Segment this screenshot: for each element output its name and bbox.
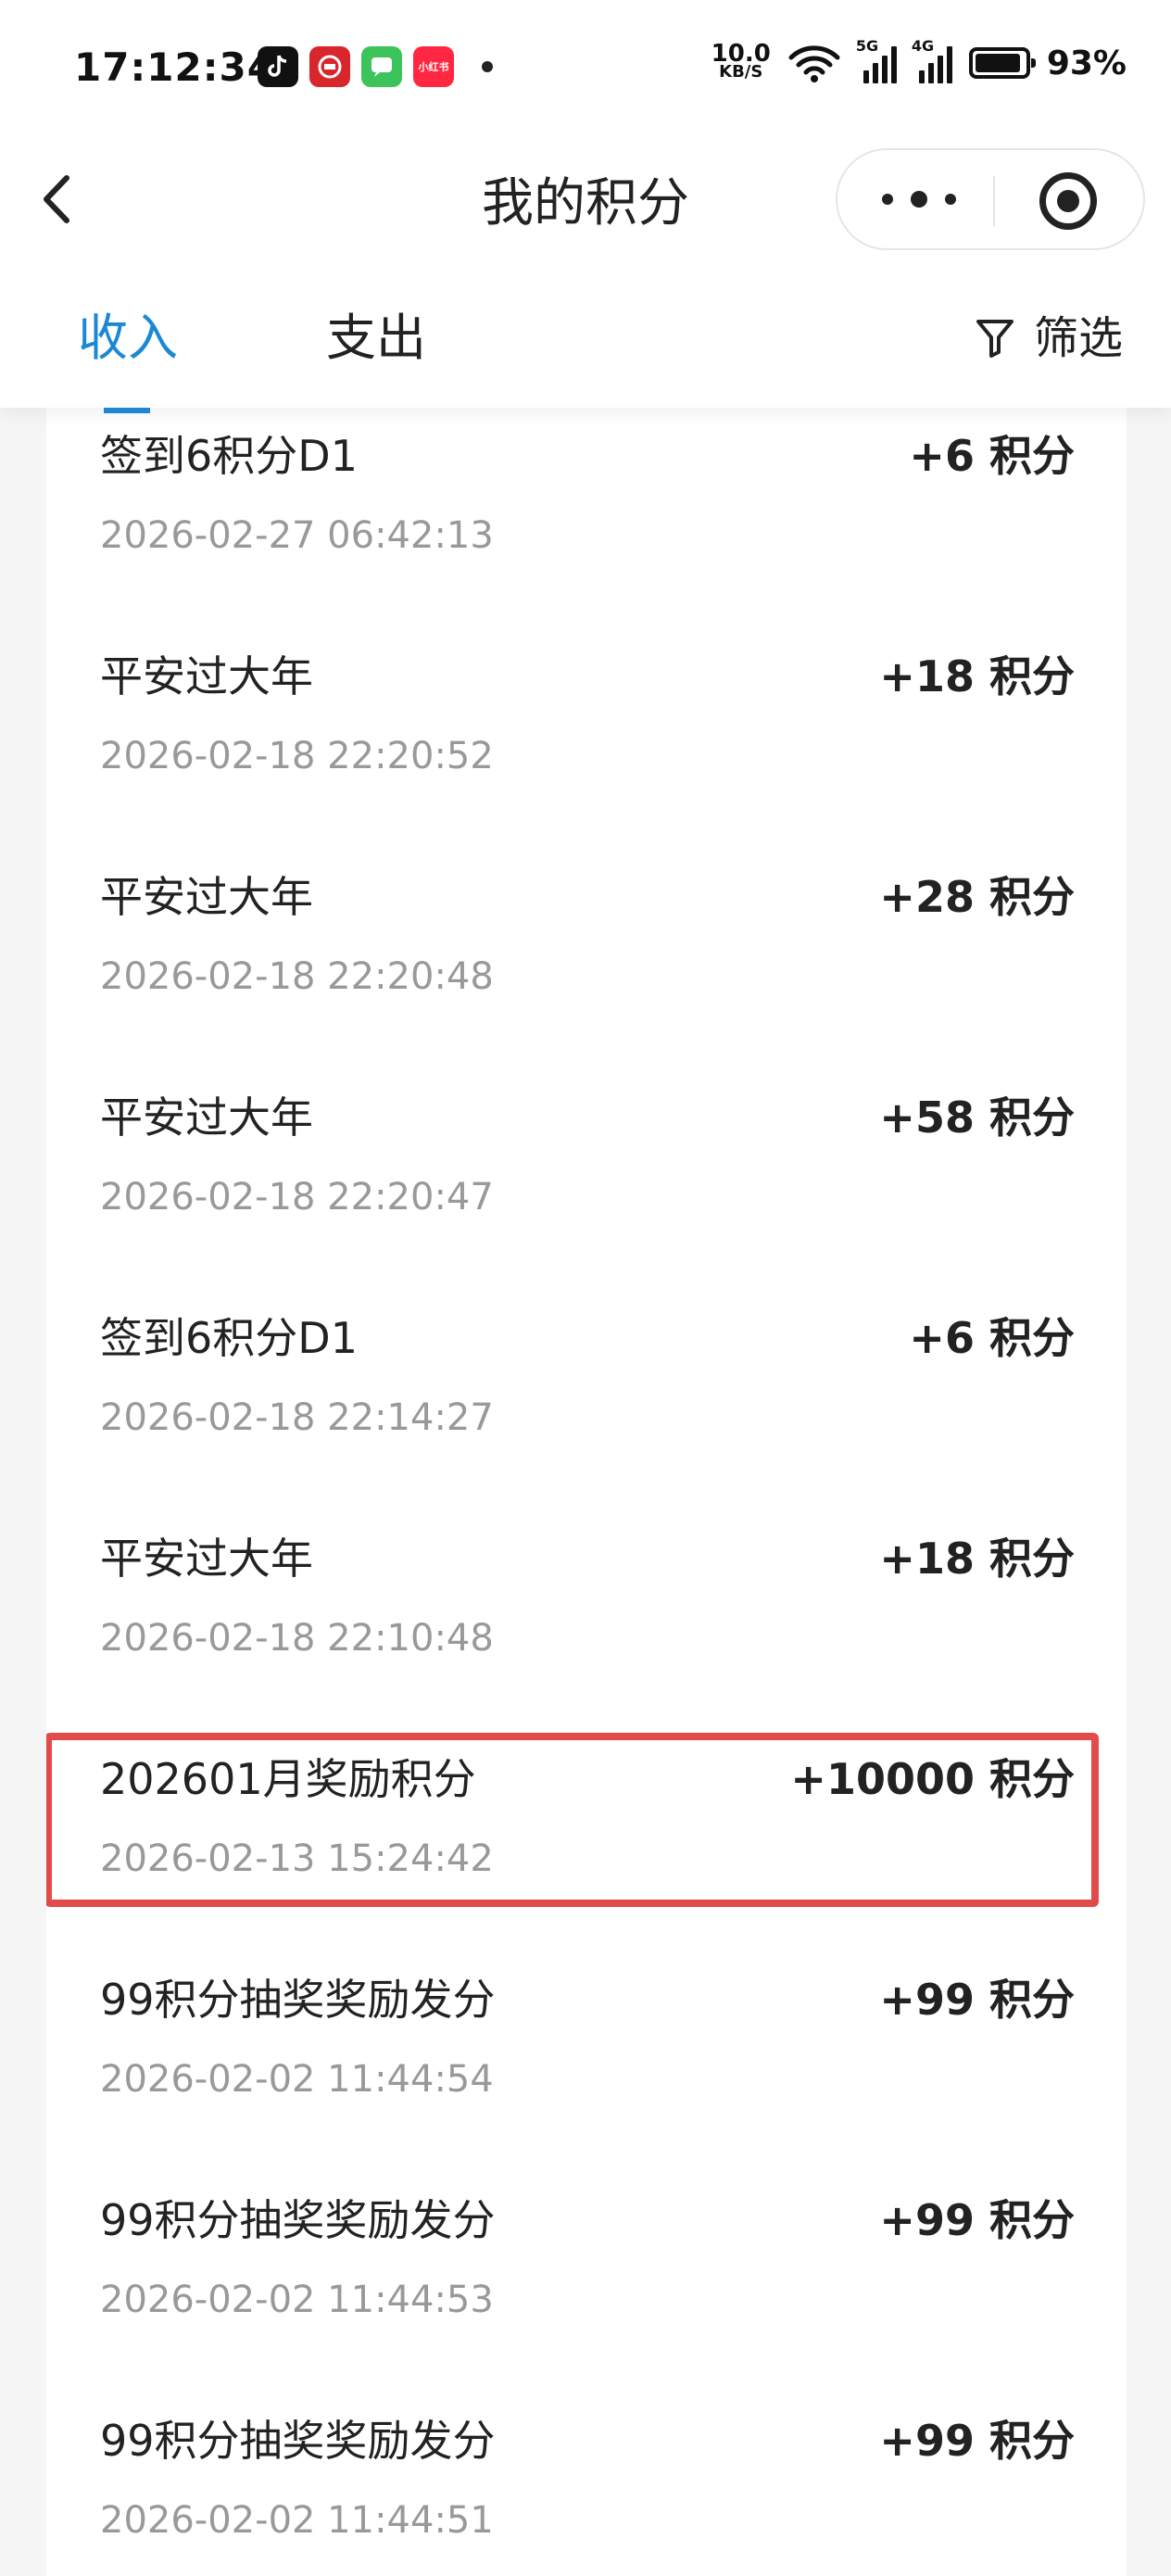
record-amount: +18 积分 <box>879 651 1075 701</box>
signal-5g-label: 5G <box>855 37 879 55</box>
status-bar: 17:12:34 小红书 10.0 KB/S 5G 4G 93% <box>0 0 1171 139</box>
list-item[interactable]: 平安过大年 +58 积分 2026-02-18 22:20:47 <box>46 960 1127 1219</box>
network-speed-unit: KB/S <box>719 62 763 82</box>
list-item[interactable]: 平安过大年 +28 积分 2026-02-18 22:20:48 <box>46 739 1127 998</box>
tab-bar: 收入 支出 筛选 <box>0 269 1171 408</box>
record-title: 签到6积分D1 <box>100 431 358 481</box>
record-amount: +28 积分 <box>879 872 1075 922</box>
record-amount: +99 积分 <box>879 2416 1075 2466</box>
list-item[interactable]: 99积分抽奖奖励发分 +99 积分 2026-02-02 11:44:51 <box>46 2283 1127 2542</box>
capsule-divider <box>993 176 995 226</box>
record-amount: +18 积分 <box>879 1534 1075 1584</box>
battery-icon <box>968 47 1036 79</box>
record-amount: +6 积分 <box>909 1313 1075 1363</box>
more-notifications-dot <box>482 61 493 72</box>
xiaohongshu-icon-text: 小红书 <box>418 61 449 73</box>
notification-icons: 小红书 <box>258 46 493 87</box>
wifi-icon <box>788 45 840 82</box>
battery-fill <box>975 54 1020 72</box>
signal-4g-icon: 4G <box>912 37 952 83</box>
more-dots-icon <box>882 194 893 205</box>
list-item[interactable]: 平安过大年 +18 积分 2026-02-18 22:20:52 <box>46 519 1127 777</box>
tab-expense[interactable]: 支出 <box>326 306 426 371</box>
close-miniprogram-button[interactable] <box>1039 172 1097 230</box>
record-title: 99积分抽奖奖励发分 <box>100 1975 496 2025</box>
xiaohongshu-icon: 小红书 <box>413 46 454 87</box>
record-title: 平安过大年 <box>100 1092 313 1143</box>
record-amount: +99 积分 <box>879 2195 1075 2245</box>
highlight-box <box>46 1733 1099 1907</box>
funnel-icon <box>976 320 1014 358</box>
network-speed: 10.0 KB/S <box>711 40 771 82</box>
points-record-list-inner: 签到6积分D1 +6 积分 2026-02-27 06:42:13 平安过大年 … <box>46 408 1127 2542</box>
miniprogram-capsule <box>836 148 1145 250</box>
more-button[interactable] <box>882 185 956 213</box>
text-selection-marker <box>104 408 150 413</box>
status-time: 17:12:34 <box>74 44 275 90</box>
record-title: 平安过大年 <box>100 872 313 922</box>
record-title: 签到6积分D1 <box>100 1313 358 1363</box>
battery-percent: 93% <box>1046 44 1127 82</box>
record-title: 99积分抽奖奖励发分 <box>100 2416 496 2466</box>
signal-5g-icon: 5G <box>856 37 897 83</box>
signal-4g-label: 4G <box>911 37 935 55</box>
points-record-list[interactable]: 签到6积分D1 +6 积分 2026-02-27 06:42:13 平安过大年 … <box>46 408 1127 2576</box>
record-amount: +58 积分 <box>879 1092 1075 1143</box>
filter-button[interactable]: 筛选 <box>975 306 1123 371</box>
filter-label: 筛选 <box>1033 312 1123 364</box>
list-item[interactable]: 签到6积分D1 +6 积分 2026-02-27 06:42:13 <box>46 408 1127 557</box>
list-item-highlighted[interactable]: 202601月奖励积分 +10000 积分 2026-02-13 15:24:4… <box>46 1622 1127 1907</box>
tab-income[interactable]: 收入 <box>78 306 178 371</box>
record-amount: +99 积分 <box>879 1975 1075 2025</box>
record-title: 平安过大年 <box>100 651 313 701</box>
nav-bar: 我的积分 <box>0 139 1171 269</box>
record-title: 平安过大年 <box>100 1534 313 1584</box>
list-item[interactable]: 99积分抽奖奖励发分 +99 积分 2026-02-02 11:44:53 <box>46 2063 1127 2321</box>
list-item[interactable]: 平安过大年 +18 积分 2026-02-18 22:10:48 <box>46 1401 1127 1660</box>
bank-app-icon <box>309 46 350 87</box>
system-indicators: 10.0 KB/S 5G 4G 93% <box>711 37 1127 83</box>
messages-icon <box>361 46 402 87</box>
record-title: 99积分抽奖奖励发分 <box>100 2195 496 2245</box>
network-speed-value: 10.0 <box>711 40 771 68</box>
list-item[interactable]: 签到6积分D1 +6 积分 2026-02-18 22:14:27 <box>46 1181 1127 1439</box>
tiktok-icon <box>258 46 298 87</box>
record-date: 2026-02-02 11:44:51 <box>100 2499 494 2542</box>
record-amount: +6 积分 <box>909 431 1075 481</box>
